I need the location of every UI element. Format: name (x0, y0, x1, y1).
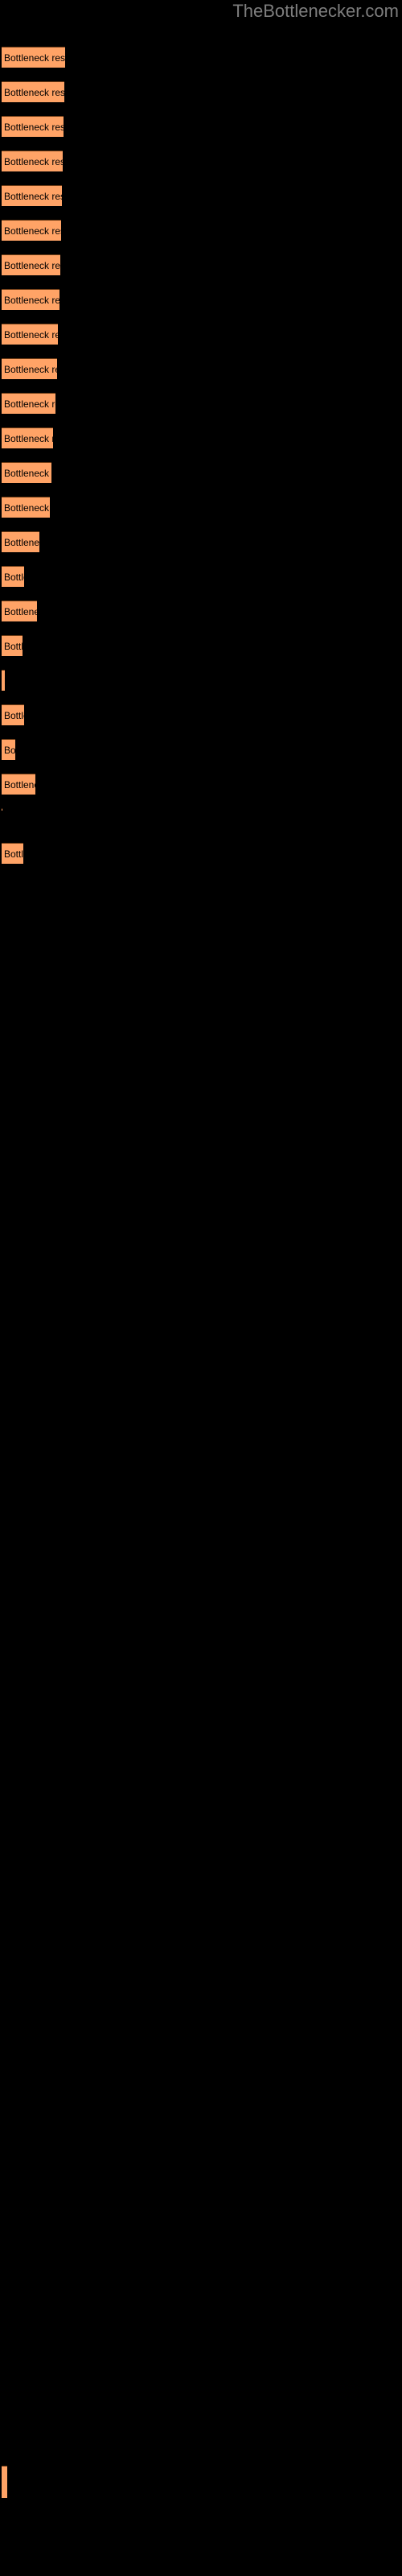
bar-label: Bottleneck result (4, 744, 15, 756)
bottleneck-result-bar[interactable]: Bottleneck result (2, 704, 24, 725)
bottleneck-result-bar[interactable]: Bottleneck result (2, 393, 55, 414)
bottleneck-result-bar[interactable]: Bottleneck result (2, 81, 64, 102)
bar-label: Bottleneck result (4, 328, 58, 341)
bar-row: Bottleneck result (0, 670, 402, 691)
bar-row: Bottleneck result (0, 358, 402, 379)
bar-row: Bottleneck result (0, 739, 402, 760)
bottleneck-result-bar[interactable]: Bottleneck result (2, 774, 35, 795)
bottleneck-result-bar[interactable]: Bottleneck result (2, 116, 64, 137)
bar-label: Bottleneck result (4, 190, 62, 202)
bar-row: Bottleneck result (0, 531, 402, 552)
bar-label: Bottleneck result (4, 467, 51, 479)
bar-label: Bottleneck result (4, 398, 55, 410)
bar-label: Bottleneck result (4, 259, 60, 271)
bar-row: Bottleneck result (0, 393, 402, 414)
bar-label: Bottleneck result (4, 502, 50, 514)
bottleneck-result-bar[interactable]: Bottleneck result (2, 462, 51, 483)
bottleneck-result-bar[interactable]: Bottleneck result (2, 289, 59, 310)
bottleneck-result-bar[interactable]: Bottleneck result (2, 635, 23, 656)
bottleneck-result-bar[interactable]: Bottleneck result (2, 185, 62, 206)
bar-label: Bottleneck result (4, 121, 64, 133)
bar-row: Bottleneck result (0, 462, 402, 483)
bottleneck-result-bar[interactable]: Bottleneck result (2, 531, 39, 552)
bar-row: Bottleneck result (0, 220, 402, 241)
bar-label: Bottleneck result (4, 363, 57, 375)
bar-label: Bottleneck result (4, 778, 35, 791)
bar-row: Bottleneck result (0, 47, 402, 68)
bar-row: Bottleneck result (0, 185, 402, 206)
bottleneck-result-bar[interactable]: Bottleneck result (2, 566, 24, 587)
bottleneck-result-bar[interactable]: Bottleneck result (2, 151, 63, 171)
bar-label: Bottleneck result (4, 52, 65, 64)
bottleneck-result-bar[interactable]: Bottleneck result (2, 427, 53, 448)
bar-label: Bottleneck result (4, 675, 5, 687)
bar-label: Bottleneck result (4, 709, 24, 721)
bar-row: Bottleneck result (0, 151, 402, 171)
bar-label: Bottleneck result (4, 225, 61, 237)
bottleneck-result-bar[interactable]: Bottleneck result (2, 47, 65, 68)
bottleneck-bar-chart: Bottleneck result Bottleneck result Bottle… (0, 0, 402, 2576)
bar-row: Bottleneck result (0, 289, 402, 310)
bar-row: Bottleneck result (0, 601, 402, 621)
bottleneck-result-bar[interactable]: Bottleneck result (2, 220, 61, 241)
bar-label: Bottleneck result (4, 86, 64, 98)
bar-row: Bottleneck result (0, 843, 402, 864)
bar-row: Bottleneck result (0, 427, 402, 448)
bar-row: Bottleneck result (0, 704, 402, 725)
bottleneck-result-bar[interactable]: Bottleneck result (2, 497, 50, 518)
bar-row: Bottleneck result (0, 116, 402, 137)
bar-label: Bottleneck result (4, 155, 63, 167)
bar-label: Bottleneck result (4, 294, 59, 306)
bar-label: Bottleneck result (4, 536, 39, 548)
bottleneck-result-bar[interactable]: Bottleneck result (2, 358, 57, 379)
bar-label: Bottleneck result (4, 848, 23, 860)
axis-sliver (2, 2466, 7, 2498)
bottleneck-result-bar[interactable]: Bottleneck result (2, 254, 60, 275)
bar-row: Bottleneck result (0, 635, 402, 656)
bar-row: Bottleneck result (0, 254, 402, 275)
bar-row: Bottleneck result (0, 81, 402, 102)
page-root: TheBottlenecker.com Bottleneck resultBot… (0, 0, 402, 2576)
bottleneck-result-bar[interactable]: Bottleneck result (2, 601, 37, 621)
bottleneck-result-bar[interactable]: Bottleneck result (2, 324, 58, 345)
bottleneck-result-bar[interactable]: Bottleneck result (2, 843, 23, 864)
bar-row: Bottleneck result (0, 774, 402, 795)
bar-row: Bottleneck result (0, 808, 402, 811)
bar-label: Bottleneck result (4, 571, 24, 583)
bar-row: Bottleneck result (0, 566, 402, 587)
bar-label: Bottleneck result (4, 640, 23, 652)
bottleneck-result-bar[interactable]: Bottleneck result (2, 739, 15, 760)
bar-row: Bottleneck result (0, 497, 402, 518)
bar-row: Bottleneck result (0, 324, 402, 345)
bar-label: Bottleneck result (4, 605, 37, 617)
bottleneck-result-bar[interactable]: Bottleneck result (2, 670, 5, 691)
bar-label: Bottleneck result (4, 432, 53, 444)
